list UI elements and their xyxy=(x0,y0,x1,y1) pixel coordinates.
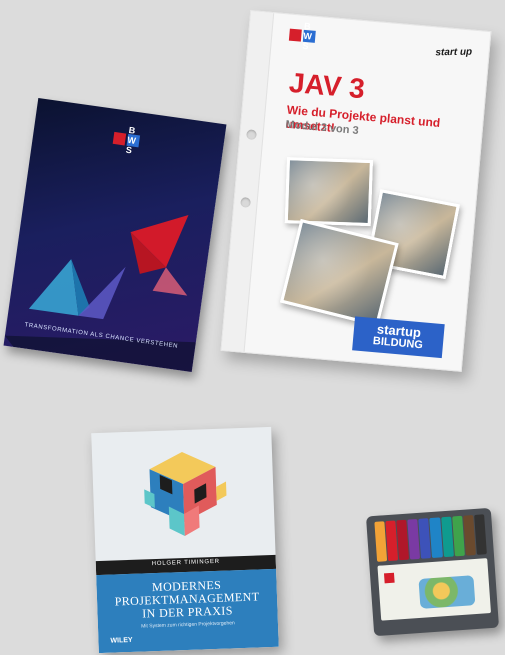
folder-logo-red-mark xyxy=(288,28,302,42)
origami-birds-illustration xyxy=(4,215,196,373)
product-scene: B W S TRANSFORMATION ALS CHANCE VERSTEHE… xyxy=(0,0,505,655)
folder-photo-1 xyxy=(284,157,373,227)
marker-set-label xyxy=(377,558,492,621)
marker-caps xyxy=(374,514,487,562)
folder-binding-rail xyxy=(221,11,275,352)
marker-pen-set xyxy=(365,507,500,637)
jav3-folder: B W S start up JAV 3 Wie du Projekte pla… xyxy=(220,10,492,372)
folder-title: JAV 3 xyxy=(287,66,367,105)
book-publisher: WILEY xyxy=(110,636,133,645)
folder-logo-letter: B W S xyxy=(302,21,316,51)
folder-brand-mark: start up xyxy=(435,46,473,59)
startup-bildung-badge: startup BILDUNG xyxy=(352,316,445,359)
marker-cap xyxy=(473,514,487,555)
projektmanagement-book: HOLGER TIMINGER MODERNES PROJEKTMANAGEME… xyxy=(91,426,279,654)
folder-bws-logo: B W S xyxy=(288,21,316,51)
cube-illustration xyxy=(144,452,227,537)
bws-brochure: B W S TRANSFORMATION ALS CHANCE VERSTEHE… xyxy=(3,97,227,373)
book-title: MODERNES PROJEKTMANAGEMENT IN DER PRAXIS xyxy=(96,577,277,622)
